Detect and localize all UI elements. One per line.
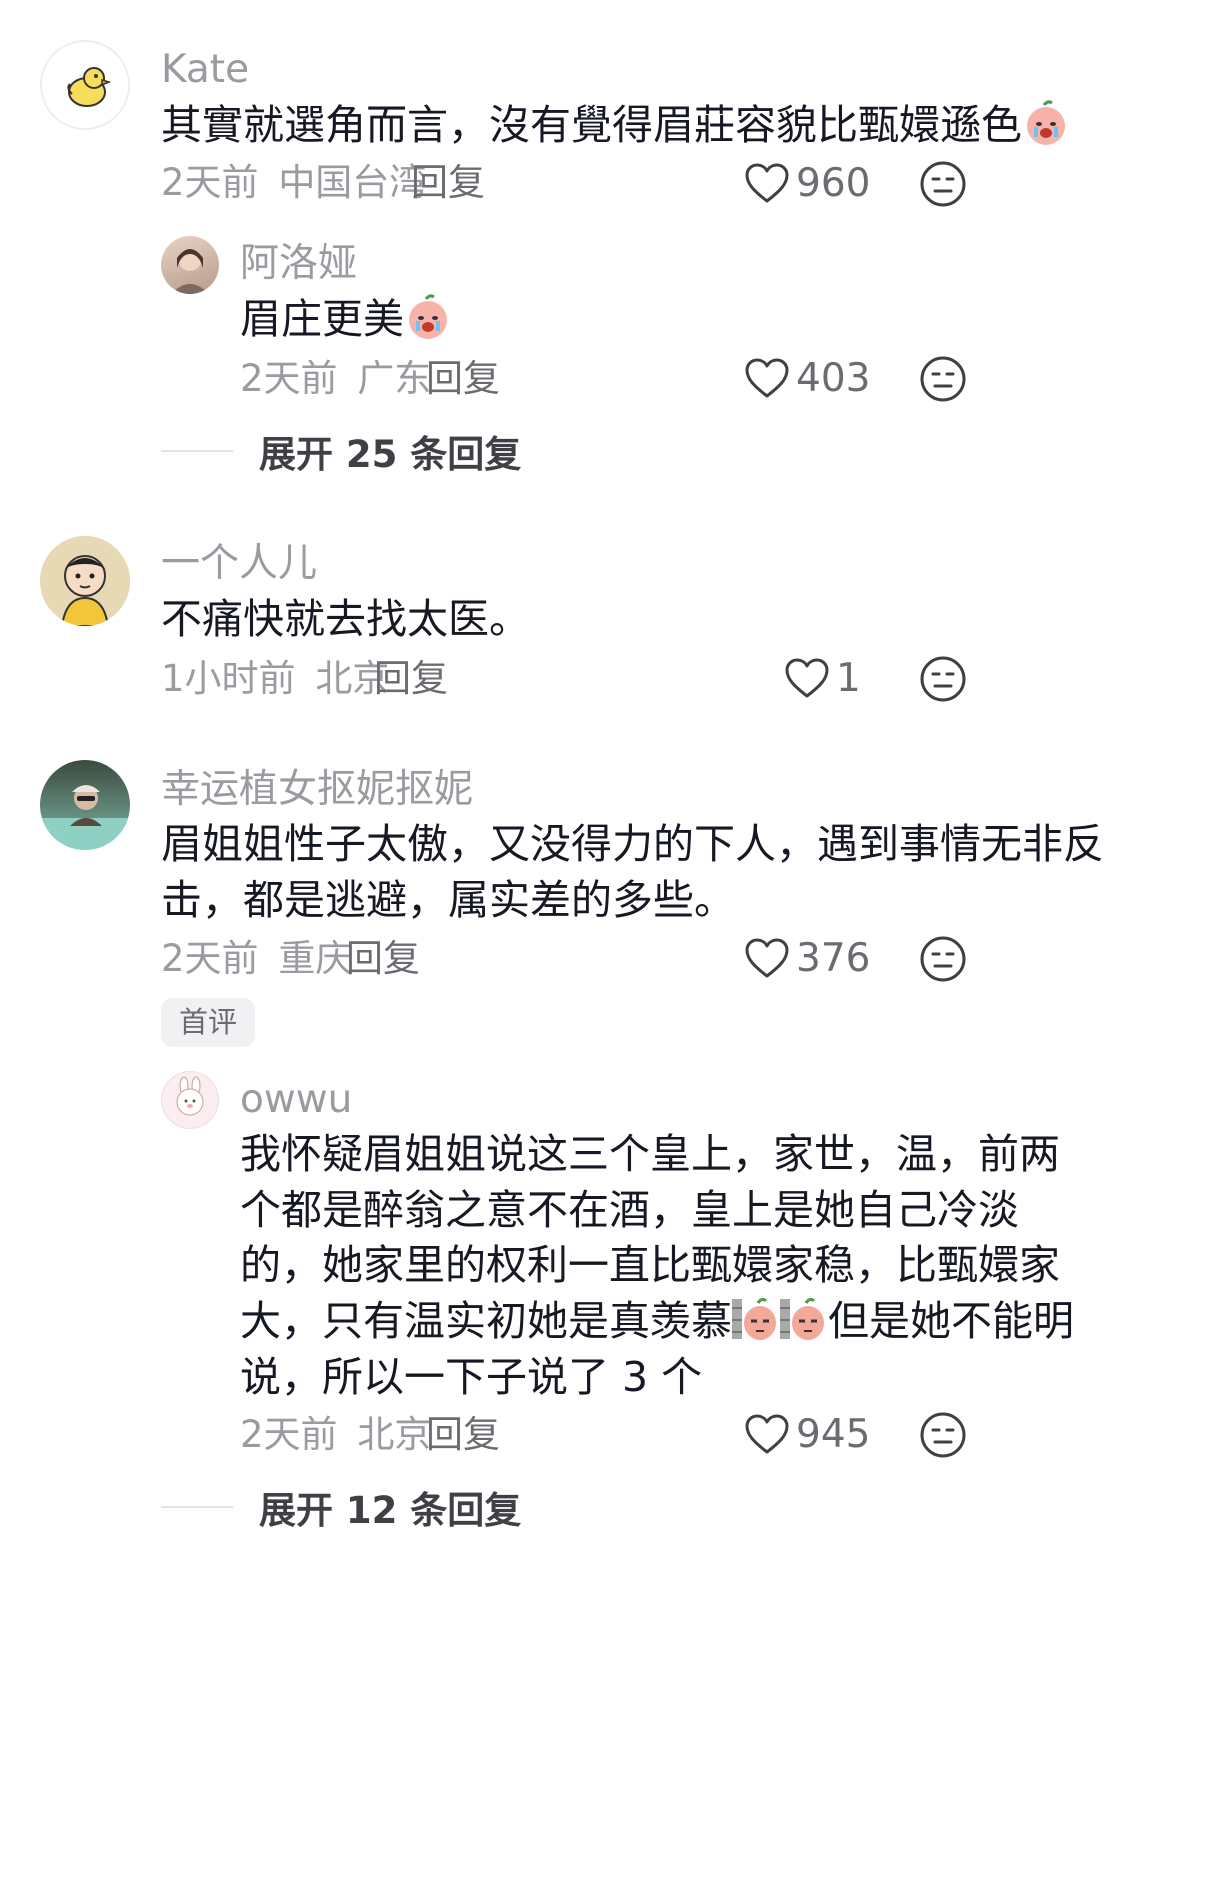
like-button[interactable]: 945 xyxy=(744,1406,870,1462)
comment-location: 广东 xyxy=(357,357,432,400)
peeking-peach-emoji xyxy=(732,1297,776,1340)
comment-time: 2天前 xyxy=(240,1413,338,1456)
comment-username[interactable]: 幸运植女抠妮抠妮 xyxy=(161,770,473,809)
comment-text: 其實就選角而言，沒有覺得眉莊容貌比甄嬛遜色 xyxy=(161,92,1070,159)
comment-meta: 2天前 广东 xyxy=(240,360,431,397)
crying-peach-emoji xyxy=(409,294,447,339)
comment-meta: 1小时前 北京 xyxy=(161,660,389,697)
peeking-peach-emoji xyxy=(780,1297,824,1340)
comment-location: 北京 xyxy=(357,1413,432,1456)
first-comment-badge: 首评 xyxy=(161,998,256,1047)
comment-meta: 2天前 北京 xyxy=(240,1416,431,1453)
photo-avatar-icon xyxy=(40,785,130,850)
comment-username[interactable]: 阿洛娅 xyxy=(240,244,357,283)
avatar[interactable] xyxy=(161,236,219,294)
comment-username[interactable]: owwu xyxy=(240,1080,352,1119)
like-count: 945 xyxy=(796,1411,871,1457)
comment-time: 1小时前 xyxy=(161,657,296,700)
comment-text-line: 说，所以一下子说了 3 个 xyxy=(240,1353,703,1401)
divider xyxy=(161,450,233,452)
avatar[interactable] xyxy=(40,760,130,850)
reply-button[interactable]: 回复 xyxy=(374,660,448,697)
heart-outline-icon xyxy=(745,938,789,978)
like-count: 376 xyxy=(796,935,871,981)
reply-button[interactable]: 回复 xyxy=(346,940,420,977)
like-count: 403 xyxy=(796,355,871,401)
crying-peach-emoji xyxy=(1027,100,1065,145)
like-button[interactable]: 1 xyxy=(784,650,861,706)
reply-button[interactable]: 回复 xyxy=(411,164,485,201)
divider xyxy=(161,1506,233,1508)
neutral-face-icon[interactable] xyxy=(916,652,970,706)
neutral-face-icon[interactable] xyxy=(916,157,970,211)
neutral-face-icon[interactable] xyxy=(916,352,970,406)
comment-text-content: 眉庄更美 xyxy=(240,295,404,343)
comment-text-content: 大，只有温实初她是真羡慕 xyxy=(240,1297,732,1345)
avatar[interactable] xyxy=(40,536,130,626)
cartoon-avatar-icon xyxy=(40,536,130,626)
reply-button[interactable]: 回复 xyxy=(426,360,500,397)
comment-username[interactable]: 一个人儿 xyxy=(161,544,317,583)
expand-replies-label: 展开 12 条回复 xyxy=(259,1489,522,1532)
like-button[interactable]: 403 xyxy=(744,350,870,406)
comment-location: 中国台湾 xyxy=(278,161,427,204)
expand-replies-label: 展开 25 条回复 xyxy=(259,433,522,476)
comment-username[interactable]: Kate xyxy=(161,50,249,89)
like-button[interactable]: 960 xyxy=(744,155,870,211)
neutral-face-icon[interactable] xyxy=(916,1408,970,1462)
duck-avatar-icon xyxy=(67,67,112,107)
comment-text-line: 击，都是逃避，属实差的多些。 xyxy=(161,876,735,924)
neutral-face-icon[interactable] xyxy=(916,932,970,986)
photo-avatar-icon xyxy=(171,249,209,294)
avatar[interactable] xyxy=(40,40,130,130)
like-count: 960 xyxy=(796,160,871,206)
bunny-avatar-icon xyxy=(176,1076,204,1116)
comment-text: 不痛快就去找太医。 xyxy=(161,595,530,643)
expand-replies-button[interactable]: 展开 12 条回复 xyxy=(161,1480,521,1534)
heart-outline-icon xyxy=(785,658,829,698)
heart-outline-icon xyxy=(745,163,789,203)
comment-text-content: 但是她不能明 xyxy=(828,1297,1074,1345)
comment-time: 2天前 xyxy=(161,937,259,980)
comment-text: 眉庄更美 xyxy=(240,286,452,353)
comment-time: 2天前 xyxy=(161,161,259,204)
expand-replies-button[interactable]: 展开 25 条回复 xyxy=(161,424,521,478)
avatar[interactable] xyxy=(161,1071,219,1129)
comment-text-content: 其實就選角而言，沒有覺得眉莊容貌比甄嬛遜色 xyxy=(161,101,1022,149)
heart-outline-icon xyxy=(745,358,789,398)
comment-time: 2天前 xyxy=(240,357,338,400)
comment-meta: 2天前 重庆 xyxy=(161,940,352,977)
reply-button[interactable]: 回复 xyxy=(426,1416,500,1453)
comment-meta: 2天前 中国台湾 xyxy=(161,164,426,201)
comment-location: 重庆 xyxy=(278,937,353,980)
like-button[interactable]: 376 xyxy=(744,930,870,986)
heart-outline-icon xyxy=(745,1414,789,1454)
like-count: 1 xyxy=(836,655,861,701)
